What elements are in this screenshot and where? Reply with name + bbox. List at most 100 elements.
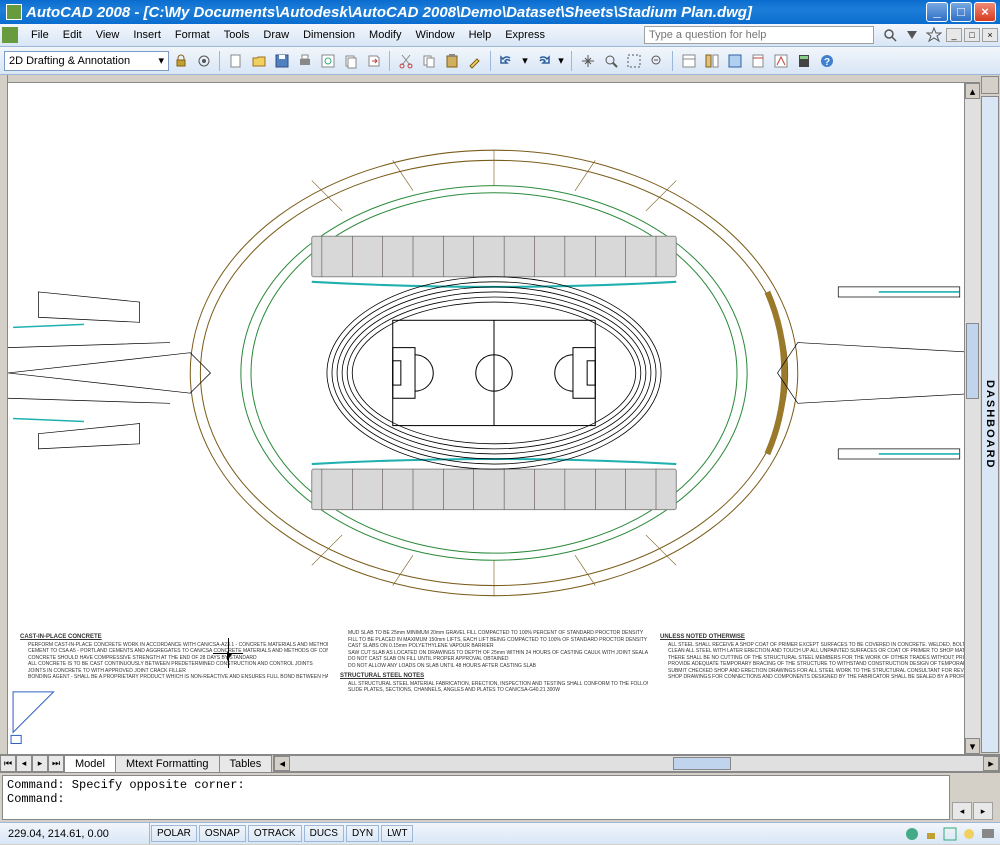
chevron-down-icon: ▾ (158, 54, 164, 67)
title-bar: AutoCAD 2008 - [C:\My Documents\Autodesk… (0, 0, 1000, 24)
paste-icon[interactable] (441, 50, 463, 72)
match-props-icon[interactable] (464, 50, 486, 72)
menu-bar: File Edit View Insert Format Tools Draw … (0, 24, 1000, 47)
menu-format[interactable]: Format (168, 26, 217, 44)
calc-icon[interactable] (793, 50, 815, 72)
tab-model[interactable]: Model (64, 755, 116, 772)
tray-scale-icon[interactable] (942, 826, 958, 842)
tab-mtext[interactable]: Mtext Formatting (115, 755, 220, 772)
workspace-dropdown[interactable]: 2D Drafting & Annotation ▾ (4, 51, 169, 71)
hscroll-thumb[interactable] (673, 757, 731, 770)
menu-insert[interactable]: Insert (126, 26, 168, 44)
sheet-set-icon[interactable] (747, 50, 769, 72)
tab-prev-icon[interactable]: ◂ (16, 755, 32, 772)
menu-window[interactable]: Window (408, 26, 461, 44)
notes-heading-2: STRUCTURAL STEEL NOTES (340, 673, 648, 681)
arrow-icon[interactable] (904, 27, 920, 43)
redo-dropdown-icon[interactable]: ▾ (555, 50, 567, 72)
menu-edit[interactable]: Edit (56, 26, 89, 44)
mdi-restore-button[interactable]: □ (964, 28, 980, 42)
app-icon (6, 4, 22, 20)
cut-icon[interactable] (395, 50, 417, 72)
menu-draw[interactable]: Draw (256, 26, 296, 44)
search-icon[interactable] (882, 27, 898, 43)
mdi-close-button[interactable]: × (982, 28, 998, 42)
plot-preview-icon[interactable] (317, 50, 339, 72)
menu-modify[interactable]: Modify (362, 26, 408, 44)
toggle-osnap[interactable]: OSNAP (199, 825, 246, 842)
undo-icon[interactable] (496, 50, 518, 72)
pan-icon[interactable] (577, 50, 599, 72)
markup-icon[interactable] (770, 50, 792, 72)
menu-help[interactable]: Help (462, 26, 499, 44)
tab-last-icon[interactable]: ⏭ (48, 755, 64, 772)
menu-dimension[interactable]: Dimension (296, 26, 362, 44)
panel-pin-icon[interactable] (981, 76, 999, 94)
zoom-window-icon[interactable] (623, 50, 645, 72)
scroll-up-icon[interactable]: ▴ (965, 83, 980, 99)
zoom-prev-icon[interactable] (646, 50, 668, 72)
scroll-right-icon[interactable]: ▸ (983, 756, 999, 771)
top-ruler (8, 75, 980, 83)
tray-satellite-icon[interactable] (961, 826, 977, 842)
properties-icon[interactable] (678, 50, 700, 72)
help-search-input[interactable] (644, 26, 874, 44)
undo-dropdown-icon[interactable]: ▾ (519, 50, 531, 72)
note-item: CEMENT TO CSA A5 - PORTLAND CEMENTS AND … (28, 648, 328, 655)
menu-tools[interactable]: Tools (217, 26, 257, 44)
redo-icon[interactable] (532, 50, 554, 72)
cmd-scroll-right-icon[interactable]: ▸ (973, 802, 993, 820)
tool-palettes-icon[interactable] (724, 50, 746, 72)
toggle-lwt[interactable]: LWT (381, 825, 413, 842)
menu-file[interactable]: File (24, 26, 56, 44)
coordinate-readout[interactable]: 229.04, 214.61, 0.00 (0, 823, 150, 844)
close-button[interactable]: × (974, 2, 996, 22)
toggle-polar[interactable]: POLAR (151, 825, 197, 842)
left-ruler (0, 75, 8, 754)
zoom-icon[interactable] (600, 50, 622, 72)
tab-tables[interactable]: Tables (219, 755, 273, 772)
tab-first-icon[interactable]: ⏮ (0, 755, 16, 772)
scroll-down-icon[interactable]: ▾ (965, 738, 980, 754)
window-title: AutoCAD 2008 - [C:\My Documents\Autodesk… (26, 4, 926, 21)
scroll-left-icon[interactable]: ◂ (274, 756, 290, 771)
publish-icon[interactable] (340, 50, 362, 72)
mdi-minimize-button[interactable]: _ (946, 28, 962, 42)
design-center-icon[interactable] (701, 50, 723, 72)
open-icon[interactable] (248, 50, 270, 72)
note-item: PROVIDE ADEQUATE TEMPORARY BRACING OF TH… (668, 661, 968, 668)
workspace-lock-icon[interactable] (170, 50, 192, 72)
toolbar: 2D Drafting & Annotation ▾ ▾ ▾ ? (0, 47, 1000, 75)
vertical-scrollbar[interactable]: ▴ ▾ (964, 83, 980, 754)
menu-view[interactable]: View (89, 26, 127, 44)
menu-express[interactable]: Express (498, 26, 552, 44)
scroll-thumb[interactable] (966, 323, 979, 400)
toggle-dyn[interactable]: DYN (346, 825, 379, 842)
tray-lock-icon[interactable] (923, 826, 939, 842)
horizontal-scrollbar[interactable]: ◂ ▸ (273, 755, 1000, 772)
toggle-ducs[interactable]: DUCS (304, 825, 344, 842)
maximize-button[interactable]: □ (950, 2, 972, 22)
toggle-otrack[interactable]: OTRACK (248, 825, 302, 842)
layout-tab-bar: ⏮ ◂ ▸ ⏭ Model Mtext Formatting Tables ◂ … (0, 754, 1000, 772)
save-icon[interactable] (271, 50, 293, 72)
star-icon[interactable] (926, 27, 942, 43)
cmd-scroll-left-icon[interactable]: ◂ (952, 802, 972, 820)
comm-center-icon[interactable] (904, 826, 920, 842)
workspace-settings-icon[interactable] (193, 50, 215, 72)
clean-screen-icon[interactable] (980, 826, 996, 842)
tab-next-icon[interactable]: ▸ (32, 755, 48, 772)
workspace-selected: 2D Drafting & Annotation (9, 55, 130, 67)
help-icon[interactable]: ? (816, 50, 838, 72)
dashboard-tab[interactable]: DASHBOARD (981, 96, 999, 753)
note-item: MUD SLAB TO BE 25mm MINIMUM 20mm GRAVEL … (348, 630, 648, 637)
copy-icon[interactable] (418, 50, 440, 72)
new-icon[interactable] (225, 50, 247, 72)
export-icon[interactable] (363, 50, 385, 72)
command-line[interactable]: Command: Specify opposite corner: Comman… (2, 775, 950, 820)
note-item: SHOP DRAWINGS FOR CONNECTIONS AND COMPON… (668, 674, 968, 681)
note-item: CLEAN ALL STEEL WITH LATER ERECTION AND … (668, 648, 968, 655)
minimize-button[interactable]: _ (926, 2, 948, 22)
print-icon[interactable] (294, 50, 316, 72)
drawing-canvas[interactable]: CAST-IN-PLACE CONCRETE PERFORM CAST-IN-P… (8, 83, 980, 754)
